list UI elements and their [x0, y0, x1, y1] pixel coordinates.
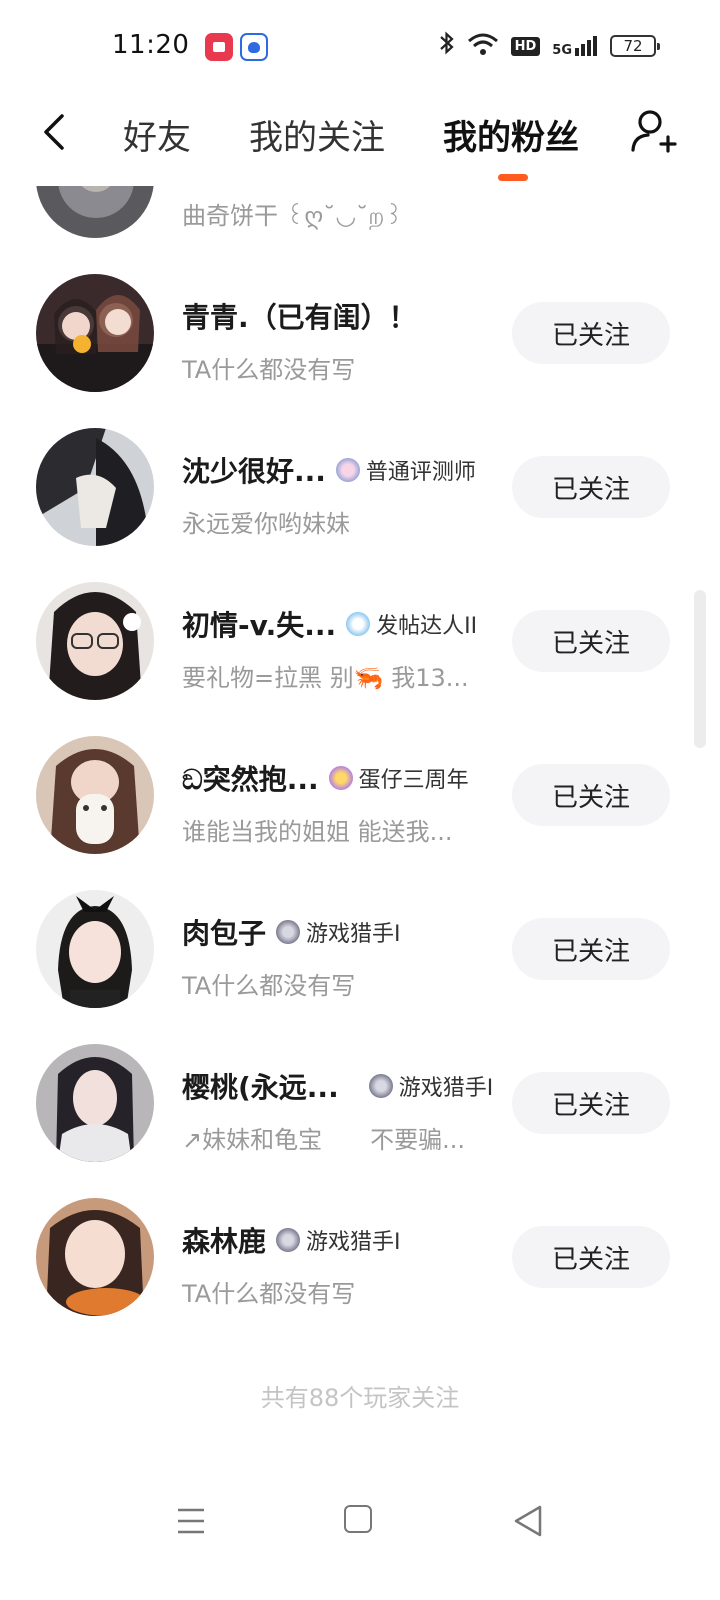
bluetooth-icon — [439, 30, 455, 62]
followed-button[interactable]: 已关注 — [512, 456, 670, 518]
hunter-badge-icon — [368, 1074, 393, 1098]
fan-name: 青青.（已有闺）！ — [182, 301, 417, 334]
hd-badge: HD — [510, 36, 541, 56]
followed-button[interactable]: 已关注 — [512, 764, 670, 826]
video-app-icon — [205, 33, 233, 61]
status-time: 11:20 — [112, 30, 190, 60]
list-item[interactable]: 沈少很好... 普通评测师 永远爱你哟妹妹 已关注 — [0, 410, 720, 564]
fan-badge: 游戏猎手I — [276, 916, 401, 948]
battery-icon: 72 — [610, 35, 660, 57]
fan-name: 肉包子 — [182, 917, 267, 950]
fan-signature: ↗妹妹和龟宝 不要骗... — [182, 1126, 465, 1154]
cell-signal-icon: 5G — [552, 34, 598, 58]
avatar[interactable] — [36, 582, 154, 700]
fan-name: 樱桃(永远... — [182, 1071, 339, 1104]
active-tab-indicator — [498, 174, 528, 181]
avatar[interactable] — [36, 736, 154, 854]
avatar[interactable] — [36, 186, 154, 238]
baidu-app-icon — [240, 33, 268, 61]
battery-level: 72 — [623, 37, 643, 55]
fan-name: 沈少很好... — [182, 455, 326, 488]
back-triangle-icon[interactable] — [512, 1504, 544, 1538]
fan-badge: 发帖达人II — [346, 608, 477, 640]
fan-signature: 谁能当我的姐姐 能送我... — [182, 818, 453, 846]
followed-button[interactable]: 已关注 — [512, 1226, 670, 1288]
back-arrow-icon[interactable] — [38, 114, 74, 150]
tab-friends[interactable]: 好友 — [123, 110, 191, 159]
home-icon[interactable] — [344, 1505, 372, 1533]
list-item[interactable]: ඞ突然抱... 蛋仔三周年 谁能当我的姐姐 能送我... 已关注 — [0, 718, 720, 872]
fan-name: 初情-v.失... — [182, 609, 337, 642]
hunter-badge-icon — [276, 920, 301, 944]
scrollbar[interactable] — [694, 590, 706, 748]
fan-badge: 普通评测师 — [335, 454, 476, 486]
avatar[interactable] — [36, 274, 154, 392]
fan-signature: 永远爱你哟妹妹 — [182, 510, 350, 538]
poster-badge-icon — [346, 612, 371, 636]
followed-button[interactable]: 已关注 — [512, 610, 670, 672]
avatar[interactable] — [36, 1198, 154, 1316]
hunter-badge-icon — [276, 1228, 301, 1252]
fan-signature: 曲奇饼干 ꒰ღ˘◡˘ற꒱ — [182, 202, 404, 230]
system-nav-bar — [0, 1480, 720, 1600]
fan-signature: TA什么都没有写 — [182, 1280, 356, 1308]
followed-button[interactable]: 已关注 — [512, 302, 670, 364]
avatar[interactable] — [36, 890, 154, 1008]
list-item[interactable]: 樱桃(永远... 游戏猎手I ↗妹妹和龟宝 不要骗... 已关注 — [0, 1026, 720, 1180]
fan-signature: TA什么都没有写 — [182, 972, 356, 1000]
followed-button[interactable]: 已关注 — [512, 918, 670, 980]
list-item[interactable]: 初情-v.失... 发帖达人II 要礼物=拉黑 别🦐 我13... 已关注 — [0, 564, 720, 718]
fan-badge: 蛋仔三周年 — [328, 762, 469, 794]
fan-signature: TA什么都没有写 — [182, 356, 356, 384]
list-item[interactable]: 青青.（已有闺）！ TA什么都没有写 已关注 — [0, 256, 720, 410]
top-nav: 好友 我的关注 我的粉丝 — [0, 96, 720, 186]
list-item[interactable]: 曲奇饼干 ꒰ღ˘◡˘ற꒱ — [0, 186, 720, 256]
fan-badge: 游戏猎手I — [276, 1224, 401, 1256]
avatar[interactable] — [36, 428, 154, 546]
followed-button[interactable]: 已关注 — [512, 1072, 670, 1134]
fan-name: 森林鹿 — [182, 1225, 267, 1258]
status-indicators: HD 5G 72 — [439, 30, 660, 62]
tab-following[interactable]: 我的关注 — [249, 110, 385, 159]
list-item[interactable]: 肉包子 游戏猎手I TA什么都没有写 已关注 — [0, 872, 720, 1026]
status-bar: 11:20 HD 5G 72 — [0, 0, 720, 96]
fans-count-note: 共有88个玩家关注 — [260, 1384, 460, 1412]
reviewer-badge-icon — [335, 458, 360, 482]
recent-apps-icon[interactable] — [176, 1506, 206, 1536]
list-item[interactable]: 森林鹿 游戏猎手I TA什么都没有写 已关注 — [0, 1180, 720, 1334]
avatar[interactable] — [36, 1044, 154, 1162]
wifi-icon — [467, 32, 499, 60]
tab-fans[interactable]: 我的粉丝 — [443, 110, 579, 159]
anniversary-badge-icon — [328, 766, 353, 790]
fans-list[interactable]: 曲奇饼干 ꒰ღ˘◡˘ற꒱ 青青.（已有闺）！ TA什么都没有写 已关注 沈少很好… — [0, 186, 720, 1456]
add-friend-icon[interactable] — [628, 106, 678, 156]
fan-badge: 游戏猎手I — [368, 1070, 493, 1102]
fan-name: ඞ突然抱... — [182, 763, 319, 796]
fan-signature: 要礼物=拉黑 别🦐 我13... — [182, 664, 469, 692]
